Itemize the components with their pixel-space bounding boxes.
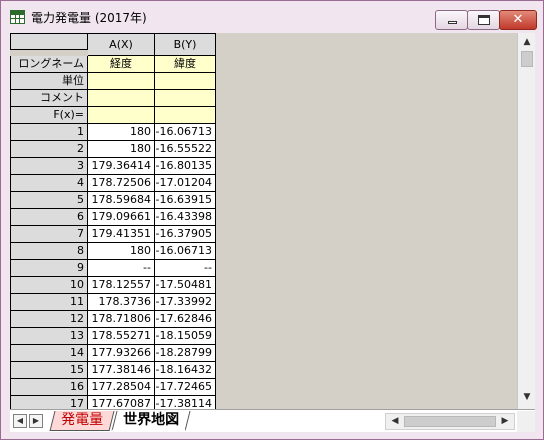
cell-longitude[interactable]: 178.3736 — [88, 294, 155, 311]
cell-latitude[interactable]: -17.38114 — [155, 396, 216, 409]
cell-longitude[interactable]: 180 — [88, 124, 155, 141]
close-icon: ✕ — [512, 12, 524, 27]
row-number[interactable]: 8 — [10, 243, 88, 260]
cell-latitude[interactable]: -16.06713 — [155, 243, 216, 260]
row-number[interactable]: 16 — [10, 379, 88, 396]
scroll-down-icon[interactable]: ▼ — [519, 389, 535, 405]
worksheet-window: 電力発電量 (2017年) ✕ A(X) B(Y) ロングネーム 経度 緯度単位 コメ… — [0, 0, 544, 440]
row-number[interactable]: 12 — [10, 311, 88, 328]
window-title: 電力発電量 (2017年) — [31, 11, 147, 25]
row-number[interactable]: 1 — [10, 124, 88, 141]
next-sheet-icon[interactable]: ▶ — [29, 414, 43, 428]
metadata-cell-b[interactable] — [155, 73, 216, 90]
size-grip[interactable] — [517, 411, 535, 432]
sheet-tab-label: 発電量 — [61, 412, 104, 428]
cell-longitude[interactable]: 178.71806 — [88, 311, 155, 328]
scroll-left-icon[interactable]: ◀ — [387, 414, 403, 429]
cell-latitude[interactable]: -17.50481 — [155, 277, 216, 294]
metadata-cell-b[interactable] — [155, 90, 216, 107]
row-number[interactable]: 9 — [10, 260, 88, 277]
row-number[interactable]: 4 — [10, 175, 88, 192]
column-header-a[interactable]: A(X) — [88, 33, 155, 56]
cell-longitude[interactable]: 179.36414 — [88, 158, 155, 175]
row-number[interactable]: 3 — [10, 158, 88, 175]
metadata-cell-b[interactable] — [155, 107, 216, 124]
metadata-cell-a[interactable] — [88, 107, 155, 124]
cell-latitude[interactable]: -17.33992 — [155, 294, 216, 311]
horizontal-scrollbar[interactable]: ◀ ▶ — [385, 413, 515, 430]
cell-latitude[interactable]: -18.28799 — [155, 345, 216, 362]
worksheet-grid[interactable]: A(X) B(Y) ロングネーム 経度 緯度 単位 コメント F(x)= 1 180 -16.… — [10, 33, 517, 409]
metadata-label[interactable]: F(x)= — [10, 107, 88, 124]
title-bar[interactable]: 電力発電量 (2017年) ✕ — [1, 1, 543, 30]
column-header-b[interactable]: B(Y) — [155, 33, 216, 56]
metadata-label[interactable]: ロングネーム — [10, 56, 88, 73]
vertical-scroll-thumb[interactable] — [521, 51, 533, 67]
maximize-icon — [478, 15, 490, 25]
sheet-tab-bar: ◀ ▶ 発電量 世界地図 ◀ ▶ — [10, 409, 535, 432]
close-button[interactable]: ✕ — [499, 10, 537, 30]
cell-latitude[interactable]: -16.55522 — [155, 141, 216, 158]
metadata-cell-a[interactable] — [88, 73, 155, 90]
cell-latitude[interactable]: -17.62846 — [155, 311, 216, 328]
scroll-right-icon[interactable]: ▶ — [497, 414, 513, 429]
scroll-up-icon[interactable]: ▲ — [519, 34, 535, 50]
cell-longitude[interactable]: 177.38146 — [88, 362, 155, 379]
metadata-label[interactable]: 単位 — [10, 73, 88, 90]
row-number[interactable]: 10 — [10, 277, 88, 294]
row-number[interactable]: 11 — [10, 294, 88, 311]
row-number[interactable]: 15 — [10, 362, 88, 379]
row-number[interactable]: 14 — [10, 345, 88, 362]
cell-longitude[interactable]: 178.55271 — [88, 328, 155, 345]
cell-longitude[interactable]: 178.59684 — [88, 192, 155, 209]
metadata-cell-a[interactable]: 経度 — [88, 56, 155, 73]
cell-longitude[interactable]: 177.93266 — [88, 345, 155, 362]
cell-longitude[interactable]: 177.67087 — [88, 396, 155, 409]
row-number[interactable]: 17 — [10, 396, 88, 409]
cell-latitude[interactable]: -- — [155, 260, 216, 277]
cell-latitude[interactable]: -16.06713 — [155, 124, 216, 141]
row-number[interactable]: 7 — [10, 226, 88, 243]
cell-latitude[interactable]: -18.15059 — [155, 328, 216, 345]
row-number[interactable]: 13 — [10, 328, 88, 345]
worksheet-client: A(X) B(Y) ロングネーム 経度 緯度 単位 コメント F(x)= 1 180 -16.… — [10, 33, 535, 432]
row-number[interactable]: 6 — [10, 209, 88, 226]
minimize-button[interactable] — [435, 10, 468, 30]
cell-longitude[interactable]: -- — [88, 260, 155, 277]
cell-latitude[interactable]: -17.01204 — [155, 175, 216, 192]
cell-latitude[interactable]: -16.63915 — [155, 192, 216, 209]
cell-longitude[interactable]: 177.28504 — [88, 379, 155, 396]
metadata-cell-a[interactable] — [88, 90, 155, 107]
vertical-scrollbar[interactable]: ▲ ▼ — [517, 33, 535, 409]
sheet-tab-power[interactable]: 発電量 — [49, 411, 115, 431]
worksheet-icon — [10, 10, 25, 24]
cell-longitude[interactable]: 180 — [88, 243, 155, 260]
horizontal-scroll-thumb[interactable] — [404, 416, 496, 427]
cell-longitude[interactable]: 180 — [88, 141, 155, 158]
cell-latitude[interactable]: -16.37905 — [155, 226, 216, 243]
cell-latitude[interactable]: -17.72465 — [155, 379, 216, 396]
metadata-cell-b[interactable]: 緯度 — [155, 56, 216, 73]
row-number[interactable]: 2 — [10, 141, 88, 158]
cell-latitude[interactable]: -16.43398 — [155, 209, 216, 226]
minimize-icon — [448, 21, 457, 24]
corner-cell[interactable] — [10, 33, 88, 50]
maximize-button[interactable] — [467, 10, 500, 30]
sheet-tab-label: 世界地図 — [123, 412, 180, 428]
cell-longitude[interactable]: 179.09661 — [88, 209, 155, 226]
cell-latitude[interactable]: -16.80135 — [155, 158, 216, 175]
cell-longitude[interactable]: 179.41351 — [88, 226, 155, 243]
cell-latitude[interactable]: -18.16432 — [155, 362, 216, 379]
cell-longitude[interactable]: 178.12557 — [88, 277, 155, 294]
prev-sheet-icon[interactable]: ◀ — [13, 414, 27, 428]
sheet-tab-world-map[interactable]: 世界地図 — [111, 411, 191, 431]
row-number[interactable]: 5 — [10, 192, 88, 209]
cell-longitude[interactable]: 178.72506 — [88, 175, 155, 192]
metadata-label[interactable]: コメント — [10, 90, 88, 107]
